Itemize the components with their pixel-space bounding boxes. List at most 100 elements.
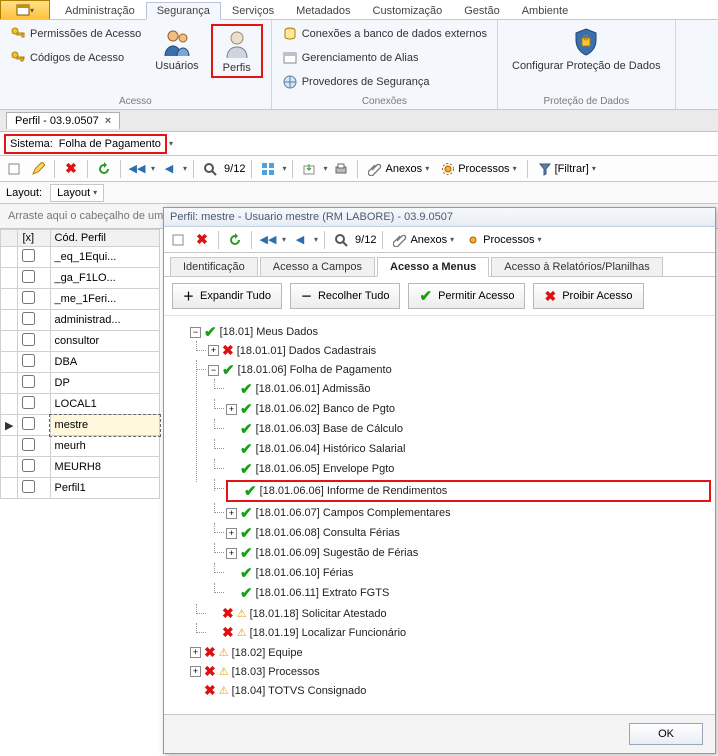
tree-node[interactable]: [18.01.06.04] Histórico Salarial (256, 443, 406, 455)
dlg-processos-menu[interactable]: Processos▾ (462, 233, 545, 247)
row-checkbox[interactable] (22, 270, 35, 283)
row-checkbox-cell[interactable] (18, 331, 50, 352)
table-row[interactable]: _eq_1Equi... (1, 247, 160, 268)
dlg-new-button[interactable] (168, 230, 188, 250)
row-checkbox[interactable] (22, 438, 35, 451)
tab-administracao[interactable]: Administração (54, 2, 146, 19)
row-code[interactable]: DBA (50, 352, 159, 373)
filtrar-menu[interactable]: [Filtrar]▾ (534, 162, 600, 176)
prev-button[interactable]: ◀ (159, 159, 179, 179)
profile-grid[interactable]: [x] Cód. Perfil _eq_1Equi..._ga_F1LO..._… (0, 229, 160, 499)
tab-acesso-campos[interactable]: Acesso a Campos (260, 257, 375, 276)
row-checkbox[interactable] (22, 249, 35, 262)
tab-identificacao[interactable]: Identificação (170, 257, 258, 276)
row-code[interactable]: mestre (50, 415, 159, 436)
dlg-delete-button[interactable]: ✖ (192, 230, 212, 250)
dlg-find-button[interactable] (331, 230, 351, 250)
app-menu-button[interactable]: ▾ (0, 0, 50, 19)
grid-col-codperfil[interactable]: Cód. Perfil (50, 230, 159, 247)
proibir-acesso-button[interactable]: ✖Proibir Acesso (533, 283, 643, 309)
expander-icon[interactable]: − (190, 327, 201, 338)
tab-seguranca[interactable]: Segurança (146, 2, 221, 20)
row-checkbox[interactable] (22, 396, 35, 409)
row-checkbox-cell[interactable] (18, 352, 50, 373)
configurar-protecao-button[interactable]: Configurar Proteção de Dados (506, 24, 667, 74)
tab-metadados[interactable]: Metadados (285, 2, 361, 19)
row-checkbox-cell[interactable] (18, 247, 50, 268)
table-row[interactable]: Perfil1 (1, 478, 160, 499)
find-button[interactable] (200, 159, 220, 179)
edit-button[interactable] (28, 159, 48, 179)
tree-node[interactable]: [18.04] TOTVS Consignado (232, 685, 367, 697)
row-checkbox[interactable] (22, 417, 35, 430)
table-row[interactable]: MEURH8 (1, 457, 160, 478)
close-tab-icon[interactable]: × (105, 115, 111, 127)
row-code[interactable]: _eq_1Equi... (50, 247, 159, 268)
tree-node[interactable]: [18.01.06.05] Envelope Pgto (256, 463, 395, 475)
row-checkbox-cell[interactable] (18, 268, 50, 289)
table-row[interactable]: _me_1Feri... (1, 289, 160, 310)
codigos-acesso-button[interactable]: Códigos de Acesso (8, 48, 143, 68)
dlg-refresh-button[interactable] (225, 230, 245, 250)
grid-col-check[interactable]: [x] (18, 230, 50, 247)
row-code[interactable]: DP (50, 373, 159, 394)
tree-node[interactable]: [18.01.06.01] Admissão (256, 383, 371, 395)
gerenciamento-alias-button[interactable]: Gerenciamento de Alias (280, 48, 489, 68)
recolher-tudo-button[interactable]: －Recolher Tudo (290, 283, 401, 309)
row-checkbox-cell[interactable] (18, 289, 50, 310)
row-checkbox[interactable] (22, 375, 35, 388)
table-row[interactable]: ▶mestre (1, 415, 160, 436)
row-checkbox[interactable] (22, 333, 35, 346)
export-button[interactable] (299, 159, 319, 179)
tab-ambiente[interactable]: Ambiente (511, 2, 579, 19)
expander-icon[interactable]: + (208, 345, 219, 356)
provedores-seguranca-button[interactable]: Provedores de Segurança (280, 72, 489, 92)
print-button[interactable] (331, 159, 351, 179)
new-button[interactable] (4, 159, 24, 179)
processos-menu[interactable]: Processos▾ (437, 162, 520, 176)
tree-node[interactable]: [18.01] Meus Dados (220, 326, 318, 338)
tree-node[interactable]: [18.01.01] Dados Cadastrais (237, 345, 376, 357)
row-code[interactable]: meurh (50, 436, 159, 457)
row-checkbox-cell[interactable] (18, 415, 50, 436)
ok-button[interactable]: OK (629, 723, 703, 745)
tree-node[interactable]: [18.01.19] Localizar Funcionário (250, 627, 407, 639)
conexoes-bd-button[interactable]: Conexões a banco de dados externos (280, 24, 489, 44)
row-checkbox-cell[interactable] (18, 478, 50, 499)
dlg-anexos-menu[interactable]: Anexos▾ (389, 233, 458, 247)
tree-node[interactable]: [18.01.06.11] Extrato FGTS (256, 587, 390, 599)
table-row[interactable]: DBA (1, 352, 160, 373)
table-row[interactable]: administrad... (1, 310, 160, 331)
table-row[interactable]: DP (1, 373, 160, 394)
row-code[interactable]: Perfil1 (50, 478, 159, 499)
row-checkbox[interactable] (22, 459, 35, 472)
row-code[interactable]: administrad... (50, 310, 159, 331)
row-code[interactable]: consultor (50, 331, 159, 352)
row-checkbox[interactable] (22, 312, 35, 325)
row-checkbox-cell[interactable] (18, 436, 50, 457)
tab-servicos[interactable]: Serviços (221, 2, 285, 19)
row-code[interactable]: LOCAL1 (50, 394, 159, 415)
tree-node[interactable]: [18.01.06.08] Consulta Férias (256, 527, 400, 539)
row-checkbox[interactable] (22, 291, 35, 304)
tree-node[interactable]: [18.03] Processos (232, 666, 320, 678)
tree-node[interactable]: [18.01.06.09] Sugestão de Férias (256, 547, 419, 559)
row-code[interactable]: MEURH8 (50, 457, 159, 478)
row-code[interactable]: _me_1Feri... (50, 289, 159, 310)
permissoes-acesso-button[interactable]: Permissões de Acesso (8, 24, 143, 44)
usuarios-button[interactable]: Usuários (149, 24, 204, 78)
table-row[interactable]: _ga_F1LO... (1, 268, 160, 289)
menu-tree[interactable]: −✔[18.01] Meus Dados +✖[18.01.01] Dados … (164, 316, 715, 715)
tab-customizacao[interactable]: Customização (362, 2, 454, 19)
anexos-menu[interactable]: Anexos▾ (364, 162, 433, 176)
sistema-selector[interactable]: Sistema: Folha de Pagamento (4, 134, 167, 154)
tree-node[interactable]: [18.02] Equipe (232, 647, 303, 659)
tree-node[interactable]: [18.01.06.10] Férias (256, 567, 354, 579)
row-code[interactable]: _ga_F1LO... (50, 268, 159, 289)
row-checkbox-cell[interactable] (18, 310, 50, 331)
permitir-acesso-button[interactable]: ✔Permitir Acesso (408, 283, 525, 309)
dlg-prev-button[interactable]: ◀ (290, 230, 310, 250)
tree-node[interactable]: [18.01.06.07] Campos Complementares (256, 507, 451, 519)
table-row[interactable]: consultor (1, 331, 160, 352)
row-checkbox[interactable] (22, 354, 35, 367)
